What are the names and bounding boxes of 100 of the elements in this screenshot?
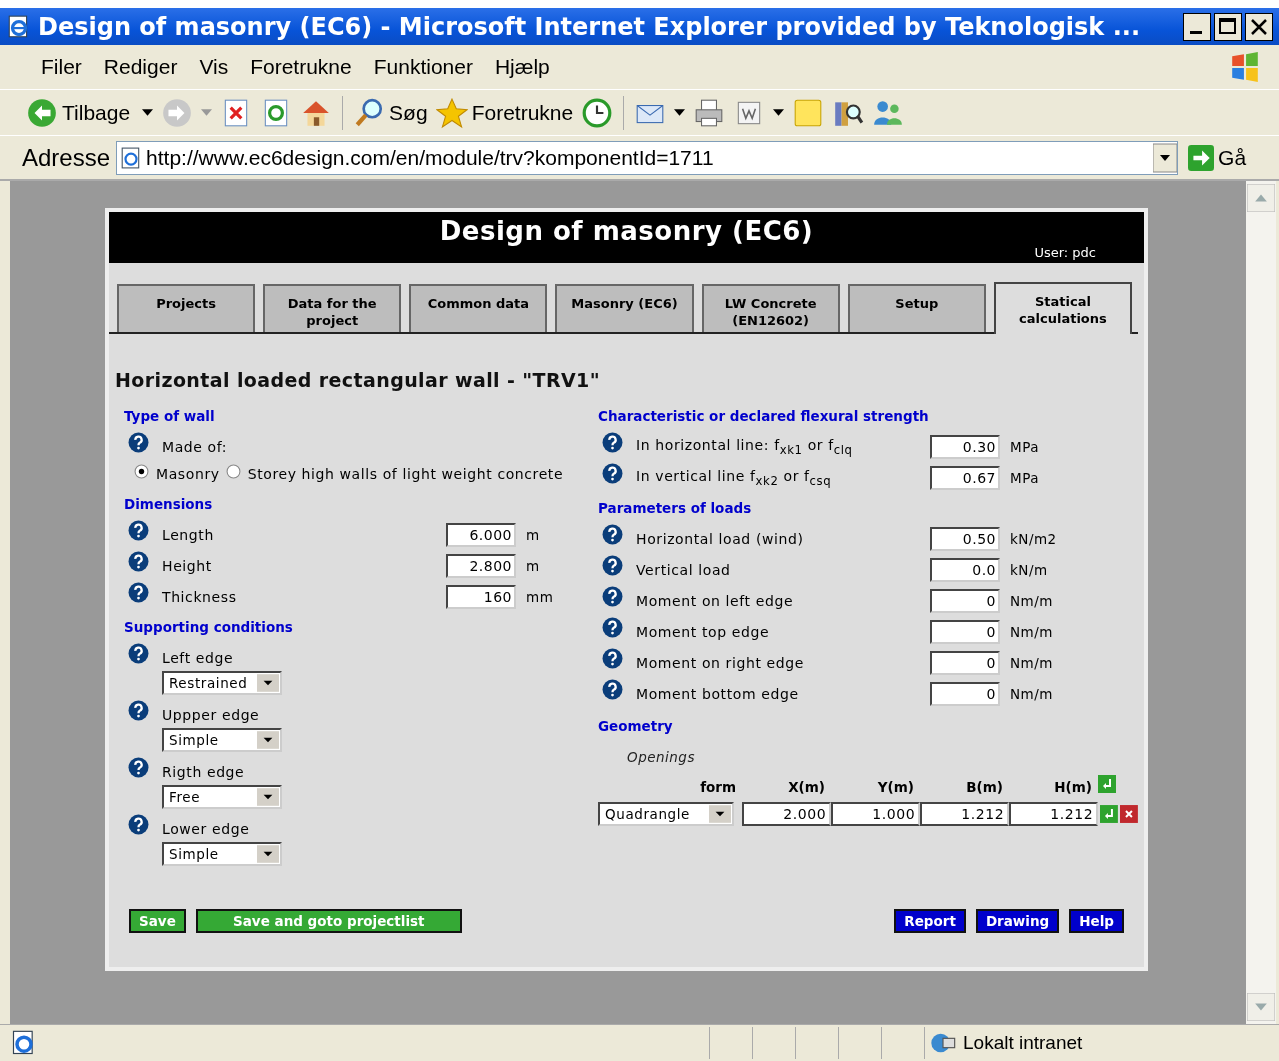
tab[interactable]: Projects <box>117 284 256 332</box>
favorites-button[interactable]: Foretrukne <box>435 96 574 129</box>
search-button[interactable]: Søg <box>353 96 428 129</box>
help-icon[interactable] <box>602 432 623 453</box>
number-field[interactable]: 0 <box>930 681 1000 706</box>
help-icon[interactable] <box>602 679 623 700</box>
tab[interactable]: Statical calculations <box>993 282 1132 334</box>
tab[interactable]: Data for the project <box>263 284 402 332</box>
unit-label: m <box>525 525 541 543</box>
enter-icon[interactable] <box>1100 805 1119 823</box>
back-button[interactable]: Tilbage <box>26 96 154 129</box>
number-field[interactable]: 0.67 <box>930 465 1000 490</box>
radio-button[interactable] <box>225 464 241 479</box>
go-button[interactable]: Gå <box>1184 144 1247 171</box>
help-icon[interactable] <box>128 700 149 721</box>
unit-label: Nm/m <box>1009 653 1054 671</box>
action-button[interactable]: Help <box>1069 909 1124 933</box>
field-label: In horizontal line: f$_{xk1}$ or f$_{clq}$ <box>636 435 854 457</box>
number-field[interactable]: 0 <box>930 619 1000 644</box>
help-icon[interactable] <box>602 463 623 484</box>
maximize-icon[interactable] <box>1214 12 1242 41</box>
help-icon[interactable] <box>128 643 149 664</box>
help-icon[interactable] <box>602 586 623 607</box>
menu-item[interactable]: Funktioner <box>362 53 484 81</box>
menu-item[interactable]: Rediger <box>92 53 189 81</box>
field-label: Moment bottom edge <box>636 684 800 702</box>
number-field[interactable]: 2.800 <box>446 553 516 578</box>
menu-item[interactable]: Filer <box>30 53 93 81</box>
window-title: Design of masonry (EC6) - Microsoft Internet Explorer provided by Teknologisk ... <box>38 12 1142 41</box>
caret-icon <box>257 788 279 806</box>
column-header: B(m) <box>965 779 1003 795</box>
number-field[interactable]: 0 <box>930 588 1000 613</box>
field-label: Moment top edge <box>636 622 771 640</box>
unit-label: MPa <box>1009 437 1040 455</box>
help-icon[interactable] <box>128 582 149 603</box>
help-icon[interactable] <box>602 555 623 576</box>
unit-label: MPa <box>1009 468 1040 486</box>
caret-icon <box>142 109 154 116</box>
help-icon[interactable] <box>128 814 149 835</box>
number-field[interactable]: 0.0 <box>930 557 1000 582</box>
caret-icon <box>257 845 279 863</box>
menu-item[interactable]: Vis <box>188 53 240 81</box>
menu-item[interactable]: Foretrukne <box>239 53 363 81</box>
number-field[interactable]: 2.000 <box>742 802 832 826</box>
tab[interactable]: Common data <box>409 284 548 332</box>
help-icon[interactable] <box>128 520 149 541</box>
number-field[interactable]: 160 <box>446 584 516 609</box>
add-row-icon[interactable] <box>1098 775 1116 793</box>
section-title: Geometry <box>598 717 674 736</box>
radio-button[interactable] <box>134 464 149 479</box>
column-header: H(m) <box>1053 779 1092 795</box>
close-icon[interactable] <box>1245 12 1273 41</box>
dropdown[interactable]: Restrained <box>162 671 282 695</box>
section-title: Dimensions <box>124 495 214 514</box>
dropdown[interactable]: Quadrangle <box>598 802 735 826</box>
user-label: User: pdc <box>1034 245 1096 260</box>
caret-icon <box>257 674 279 692</box>
help-icon[interactable] <box>602 617 623 638</box>
zone-label: Lokalt intranet <box>963 1032 1083 1054</box>
field-label: Made of: <box>162 437 228 455</box>
tab[interactable]: LW Concrete (EN12602) <box>701 284 840 332</box>
action-button[interactable]: Drawing <box>975 909 1060 933</box>
field-label: In vertical line f$_{xk2}$ or f$_{csq}$ <box>636 466 833 488</box>
tab[interactable]: Setup <box>847 284 986 332</box>
address-field[interactable]: http://www.ec6design.com/en/module/trv?komponentId=1711 <box>116 140 1179 175</box>
menu-item[interactable]: Hjælp <box>483 53 561 81</box>
number-field[interactable]: 1.000 <box>831 802 921 826</box>
dropdown[interactable]: Simple <box>162 728 282 752</box>
field-label: Moment on right edge <box>636 653 805 671</box>
dropdown-icon[interactable] <box>1153 142 1178 173</box>
number-field[interactable]: 0 <box>930 650 1000 675</box>
help-icon[interactable] <box>128 432 149 453</box>
history-icon[interactable] <box>581 96 614 129</box>
number-field[interactable]: 1.212 <box>1009 802 1099 826</box>
help-icon[interactable] <box>602 648 623 669</box>
tab[interactable]: Masonry (EC6) <box>555 284 694 332</box>
minimize-icon[interactable] <box>1183 12 1211 41</box>
field-label: Height <box>162 556 213 574</box>
dropdown-icon[interactable] <box>773 109 785 116</box>
dropdown[interactable]: Free <box>162 785 282 809</box>
unit-label: Nm/m <box>1009 622 1054 640</box>
number-field[interactable]: 0.50 <box>930 526 1000 551</box>
help-icon[interactable] <box>128 757 149 778</box>
delete-icon[interactable] <box>1120 805 1138 823</box>
help-icon[interactable] <box>128 551 149 572</box>
number-field[interactable]: 6.000 <box>446 522 516 547</box>
help-icon[interactable] <box>602 524 623 545</box>
dropdown-icon[interactable] <box>674 109 686 116</box>
number-field[interactable]: 0.30 <box>930 434 1000 459</box>
field-label: Vertical load <box>636 560 732 578</box>
number-field[interactable]: 1.212 <box>920 802 1010 826</box>
caret-icon <box>709 805 732 823</box>
unit-label: kN/m <box>1009 560 1049 578</box>
section-title: Type of wall <box>124 407 216 426</box>
column-header: X(m) <box>787 779 825 795</box>
windows-logo-icon <box>1229 51 1261 83</box>
section-title: Supporting conditions <box>124 618 294 637</box>
field-label: Horizontal load (wind) <box>636 529 805 547</box>
dropdown[interactable]: Simple <box>162 842 282 866</box>
action-button[interactable]: Report <box>894 909 966 933</box>
